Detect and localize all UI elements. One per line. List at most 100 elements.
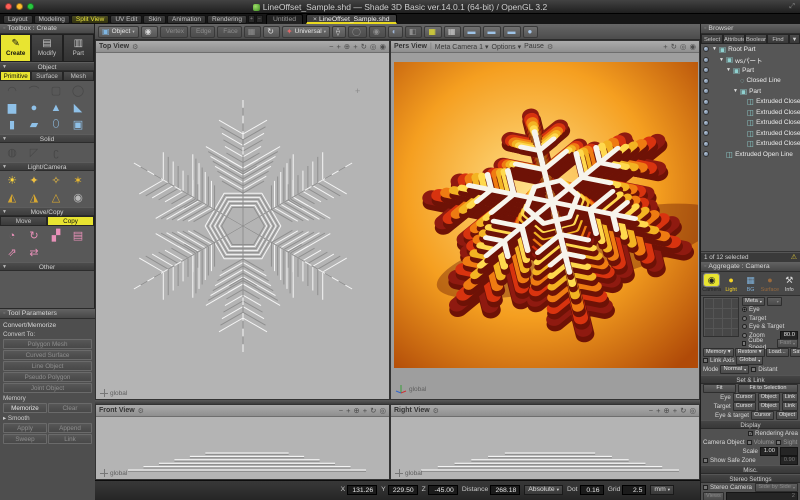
- shading-icon[interactable]: ◉: [379, 42, 386, 51]
- toolbar-button[interactable]: ◯: [348, 26, 367, 38]
- visibility-eye-toggle[interactable]: [701, 141, 710, 147]
- pan-icon[interactable]: +: [673, 406, 677, 415]
- rotate-view-icon[interactable]: ↻: [370, 406, 376, 415]
- primitive-tool-icon[interactable]: ⌒: [23, 82, 45, 99]
- fit-to-selection-button[interactable]: Fit to Selection: [738, 384, 798, 393]
- browser-tab-select[interactable]: Select: [701, 34, 723, 44]
- volume-checkbox[interactable]: [747, 440, 752, 445]
- expand-triangle-icon[interactable]: ▼: [726, 67, 731, 73]
- tree-item[interactable]: ◫ Extruded Closed: [701, 128, 800, 139]
- tree-item[interactable]: ◫ Extruded Closed: [701, 139, 800, 150]
- aggregate-tab[interactable]: ▦ BG: [741, 273, 760, 294]
- toolbar-button[interactable]: ↻: [263, 26, 280, 38]
- target-object-button[interactable]: Object: [758, 402, 780, 411]
- front-view-canvas[interactable]: global: [97, 418, 388, 478]
- solid-tool-icon[interactable]: ◸: [23, 144, 45, 161]
- safe-zone-checkbox[interactable]: [703, 458, 708, 463]
- doc-tab-active[interactable]: ×LineOffset_Sample.shd: [306, 14, 397, 24]
- zoom-region-icon[interactable]: ◎: [379, 406, 386, 415]
- collapse-triangle-icon[interactable]: ▼: [2, 163, 7, 172]
- zoom-window-button[interactable]: [27, 3, 34, 10]
- section-light-camera[interactable]: ▼Light/Camera: [0, 162, 94, 171]
- sight-checkbox[interactable]: [776, 440, 781, 445]
- primitive-tool-icon[interactable]: ⬯: [45, 116, 67, 133]
- scale-field-2[interactable]: [780, 447, 798, 456]
- rendering-area-checkbox[interactable]: [748, 431, 753, 436]
- collapse-triangle-icon[interactable]: ▼: [2, 135, 7, 144]
- light-camera-tool-icon[interactable]: ✶: [67, 172, 89, 189]
- convert-button[interactable]: Line Object: [3, 361, 92, 371]
- expand-triangle-icon[interactable]: ▼: [719, 57, 724, 63]
- primitive-tool-icon[interactable]: ▮: [1, 116, 23, 133]
- toolbox-tab-part[interactable]: ▥Part: [63, 34, 94, 62]
- coordinate-mode-dropdown[interactable]: Absolute▾: [524, 485, 563, 495]
- coordinate-value[interactable]: -45.00: [428, 485, 458, 495]
- stereo-camera-checkbox[interactable]: [703, 485, 708, 490]
- radio-eye-target[interactable]: [742, 324, 747, 329]
- eyetarget-cursor-button[interactable]: Cursor: [751, 411, 774, 420]
- primitive-tool-icon[interactable]: ●: [23, 99, 45, 116]
- light-camera-tool-icon[interactable]: ✧: [45, 172, 67, 189]
- eye-object-button[interactable]: Object: [758, 393, 780, 402]
- zoom-region-icon[interactable]: ◎: [680, 42, 687, 51]
- light-camera-tool-icon[interactable]: △: [45, 189, 67, 206]
- top-viewport[interactable]: Top View ⚙ − + ⊕ + ↻ ◎ ◉ + global: [95, 40, 390, 400]
- coordinate-value[interactable]: 268.18: [490, 485, 520, 495]
- visibility-eye-toggle[interactable]: [701, 46, 710, 52]
- pers-viewport[interactable]: Pers View | Meta Camera 1 ▾ Options ▾ Pa…: [390, 40, 700, 400]
- aggregate-tab[interactable]: ⚒ Info: [780, 273, 799, 294]
- distant-checkbox[interactable]: [751, 367, 756, 372]
- tree-item[interactable]: ▼ ▣ Root Part: [701, 44, 800, 55]
- primitive-tool-icon[interactable]: ▰: [23, 116, 45, 133]
- tree-item[interactable]: ▼ ▣ wsパート: [701, 55, 800, 66]
- light-camera-tool-icon[interactable]: ☀: [1, 172, 23, 189]
- move-copy-tool-icon[interactable]: ◔: [1, 227, 23, 244]
- zoom-in-icon[interactable]: +: [346, 406, 350, 415]
- visibility-eye-toggle[interactable]: [701, 99, 710, 105]
- eyetarget-object-button[interactable]: Object: [776, 411, 798, 420]
- primitive-tool-icon[interactable]: ▆: [1, 99, 23, 116]
- right-viewport[interactable]: Right View ⚙ − + ⊕ + ↻ ◎ global: [390, 404, 700, 480]
- workspace-tab[interactable]: Animation: [167, 15, 206, 24]
- options-dropdown[interactable]: Options ▾: [492, 43, 522, 51]
- convert-button[interactable]: Pseudo Polygon: [3, 372, 92, 382]
- toolbar-button[interactable]: ▬: [463, 26, 481, 38]
- toolbar-button[interactable]: ▣ Object ▾: [98, 26, 139, 38]
- gear-icon[interactable]: ⚙: [138, 407, 144, 415]
- pan-icon[interactable]: +: [663, 42, 667, 51]
- toolbar-button[interactable]: ◉: [369, 26, 386, 38]
- tree-item[interactable]: ◫ Extruded Closed: [701, 107, 800, 118]
- pan-icon[interactable]: +: [353, 42, 357, 51]
- minimize-window-button[interactable]: [16, 3, 23, 10]
- toolbar-button[interactable]: ◐: [388, 26, 403, 38]
- collapse-triangle-icon[interactable]: ▼: [2, 63, 7, 72]
- solid-tool-icon[interactable]: ʗ: [45, 144, 67, 161]
- grid-value[interactable]: 2.5: [622, 485, 646, 495]
- visibility-eye-toggle[interactable]: [701, 57, 710, 63]
- visibility-eye-toggle[interactable]: [701, 109, 710, 115]
- zoom-out-icon[interactable]: −: [329, 42, 333, 51]
- toolbar-button[interactable]: Face: [217, 26, 241, 38]
- expand-triangle-icon[interactable]: ▼: [712, 46, 717, 52]
- toolbar-button[interactable]: ▦: [444, 26, 462, 38]
- toolbar-button[interactable]: Edge: [190, 26, 215, 38]
- radio-target[interactable]: [742, 316, 747, 321]
- shading-icon[interactable]: ◉: [689, 42, 696, 51]
- primitive-tool-icon[interactable]: ◣: [67, 99, 89, 116]
- fit-view-icon[interactable]: ⊕: [344, 42, 350, 51]
- move-copy-tool-icon[interactable]: ⇗: [1, 244, 23, 261]
- workspace-tab[interactable]: Layout: [3, 15, 33, 24]
- visibility-eye-toggle[interactable]: [701, 151, 710, 157]
- visibility-eye-toggle[interactable]: [701, 88, 710, 94]
- primitive-tool-icon[interactable]: ◠: [1, 82, 23, 99]
- fit-button[interactable]: Fit: [703, 384, 736, 393]
- fit-view-icon[interactable]: ⊕: [353, 406, 359, 415]
- close-window-button[interactable]: [5, 3, 12, 10]
- toolbar-button[interactable]: ⟠: [332, 26, 346, 38]
- toolbar-button[interactable]: ▦: [244, 26, 262, 38]
- smooth-sweep-button[interactable]: Sweep: [3, 434, 47, 444]
- zoom-region-icon[interactable]: ◎: [689, 406, 696, 415]
- expand-triangle-icon[interactable]: ▼: [733, 88, 738, 94]
- visibility-eye-toggle[interactable]: [701, 120, 710, 126]
- memory-button[interactable]: Memory ▾: [703, 348, 734, 357]
